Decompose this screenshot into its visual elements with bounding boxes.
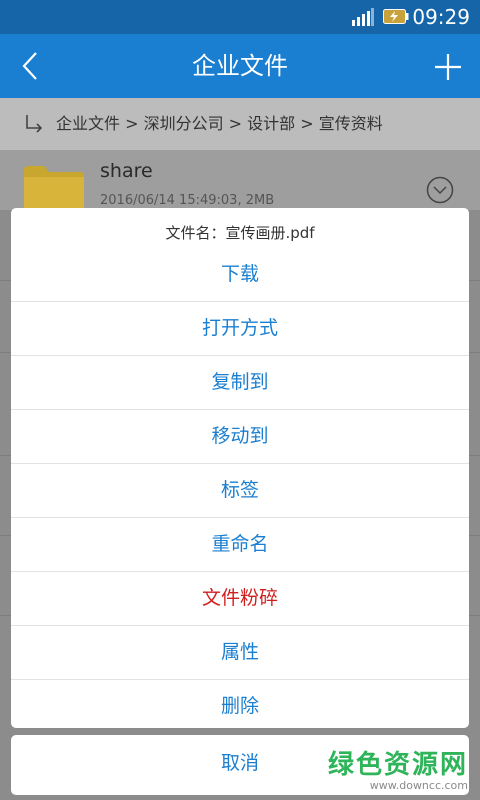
plus-icon[interactable] — [434, 53, 462, 81]
download-option[interactable]: 下载 — [11, 248, 469, 301]
return-arrow-icon[interactable] — [24, 114, 44, 134]
tag-option[interactable]: 标签 — [11, 463, 469, 517]
folder-icon — [24, 166, 84, 212]
cancel-button[interactable]: 取消 — [11, 735, 469, 795]
page-title: 企业文件 — [192, 52, 288, 80]
status-time: 09:29 — [412, 5, 470, 29]
copy-to-option[interactable]: 复制到 — [11, 355, 469, 409]
app-bar: 企业文件 — [0, 34, 480, 98]
breadcrumb-path[interactable]: 企业文件 > 深圳分公司 > 设计部 > 宣传资料 — [56, 112, 383, 136]
status-bar: 09:29 — [0, 0, 480, 34]
move-to-option[interactable]: 移动到 — [11, 409, 469, 463]
sheet-file-name: 文件名：宣传画册.pdf — [165, 224, 315, 242]
shred-file-option[interactable]: 文件粉碎 — [11, 571, 469, 625]
open-with-option[interactable]: 打开方式 — [11, 301, 469, 355]
rename-option[interactable]: 重命名 — [11, 517, 469, 571]
battery-charging-icon — [383, 9, 409, 24]
delete-option[interactable]: 删除 — [11, 679, 469, 728]
signal-icon — [352, 8, 374, 26]
action-sheet: 文件名：宣传画册.pdf 下载 打开方式 复制到 移动到 标签 重命名 文件粉碎… — [11, 208, 469, 728]
file-name: share — [100, 160, 153, 182]
breadcrumb: 企业文件 > 深圳分公司 > 设计部 > 宣传资料 — [0, 98, 480, 150]
file-meta: 2016/06/14 15:49:03, 2MB — [100, 193, 275, 208]
chevron-down-circle-icon[interactable] — [426, 176, 454, 204]
list-item[interactable]: share 2016/06/14 15:49:03, 2MB — [0, 150, 480, 212]
properties-option[interactable]: 属性 — [11, 625, 469, 679]
